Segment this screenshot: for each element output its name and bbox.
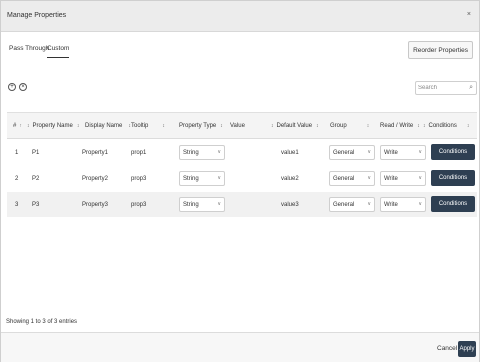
chevron-down-icon: ∨ — [367, 175, 371, 181]
chevron-down-icon: ∨ — [217, 149, 221, 155]
search-input[interactable] — [418, 83, 464, 93]
row-tooltip: prop3 — [131, 175, 147, 182]
apply-button[interactable]: Apply — [458, 341, 476, 357]
cancel-button[interactable]: Cancel — [437, 345, 457, 352]
dialog-header: Manage Properties × — [1, 1, 479, 32]
conditions-button[interactable]: Conditions — [431, 196, 475, 212]
tab-pass-through[interactable]: Pass Through — [9, 45, 49, 58]
read-write-select[interactable]: Write ∨ — [380, 145, 426, 160]
chevron-down-icon: ∨ — [418, 201, 422, 207]
header-tooltip[interactable]: Tooltip ↕ — [131, 113, 168, 138]
row-num: 3 — [15, 201, 19, 208]
tab-custom[interactable]: Custom — [47, 45, 70, 58]
close-icon[interactable]: × — [467, 11, 471, 18]
header-conditions[interactable]: ↕ Conditions ↕ — [423, 113, 472, 138]
header-property-name[interactable]: ↕ Property Name ↕ — [27, 113, 82, 138]
entries-info: Showing 1 to 3 of 3 entries — [6, 319, 78, 325]
header-property-type[interactable]: Property Type ↕ — [179, 113, 226, 138]
row-default-value: value2 — [281, 175, 299, 182]
row-property-name: P1 — [32, 149, 40, 156]
header-value[interactable]: Value — [230, 113, 245, 138]
row-default-value: value3 — [281, 201, 299, 208]
table-row: 3 P3 Property3 prop3 String ∨ value3 Gene… — [7, 192, 477, 217]
conditions-button[interactable]: Conditions — [431, 144, 475, 160]
chevron-down-icon: ∨ — [418, 149, 422, 155]
search-icon[interactable]: ⌕ — [469, 84, 473, 92]
chevron-down-icon: ∨ — [367, 149, 371, 155]
row-tooltip: prop1 — [131, 149, 147, 156]
table-row: 1 P1 Property1 prop1 String ∨ value1 Gene… — [7, 140, 477, 165]
header-default-value[interactable]: ↕ Default Value ↕ — [271, 113, 322, 138]
row-property-name: P3 — [32, 201, 40, 208]
header-read-write[interactable]: Read / Write ↕ — [380, 113, 423, 138]
chevron-down-icon: ∨ — [367, 201, 371, 207]
group-select[interactable]: General ∨ — [329, 145, 375, 160]
dialog-title: Manage Properties — [7, 12, 67, 19]
table-header-row: # ↑ ↕ Property Name ↕ Display Name ↕ Tooltip… — [7, 112, 477, 139]
table-row: 2 P2 Property2 prop3 String ∨ value2 Gene… — [7, 166, 477, 191]
chevron-down-icon: ∨ — [217, 175, 221, 181]
row-display-name: Property2 — [82, 175, 109, 182]
conditions-button[interactable]: Conditions — [431, 170, 475, 186]
row-default-value: value1 — [281, 149, 299, 156]
row-display-name: Property3 — [82, 201, 109, 208]
property-type-select[interactable]: String ∨ — [179, 197, 225, 212]
row-property-name: P2 — [32, 175, 40, 182]
plus-circle-icon[interactable]: + — [8, 83, 16, 91]
manage-properties-dialog: Manage Properties × Pass Through Custom … — [0, 0, 480, 362]
group-select[interactable]: General ∨ — [329, 197, 375, 212]
read-write-select[interactable]: Write ∨ — [380, 197, 426, 212]
header-group[interactable]: Group ↕ — [330, 113, 372, 138]
header-num[interactable]: # ↑ — [13, 113, 25, 138]
read-write-select[interactable]: Write ∨ — [380, 171, 426, 186]
group-select[interactable]: General ∨ — [329, 171, 375, 186]
property-type-select[interactable]: String ∨ — [179, 171, 225, 186]
chevron-down-icon: ∨ — [217, 201, 221, 207]
x-circle-icon[interactable]: × — [19, 83, 27, 91]
row-tooltip: prop3 — [131, 201, 147, 208]
header-display-name[interactable]: Display Name ↕ — [85, 113, 134, 138]
reorder-properties-button[interactable]: Reorder Properties — [408, 41, 473, 59]
property-type-select[interactable]: String ∨ — [179, 145, 225, 160]
chevron-down-icon: ∨ — [418, 175, 422, 181]
row-display-name: Property1 — [82, 149, 109, 156]
dialog-footer: Cancel Apply — [1, 332, 479, 362]
row-num: 2 — [15, 175, 19, 182]
search-box: ⌕ — [415, 81, 477, 95]
row-num: 1 — [15, 149, 19, 156]
